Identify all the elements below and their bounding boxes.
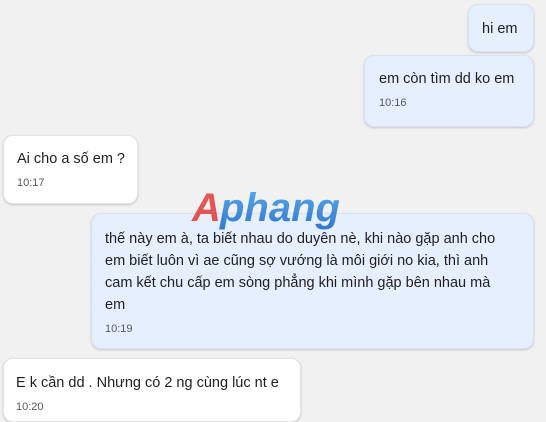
message-timestamp: 10:16: [379, 97, 407, 109]
message-timestamp: 10:17: [17, 177, 45, 189]
message-text: E k cần dd . Nhưng có 2 ng cùng lúc nt e: [16, 375, 279, 391]
message-bubble-received[interactable]: Ai cho a số em ? 10:17: [3, 135, 138, 204]
message-timestamp: 10:19: [105, 323, 133, 335]
message-text: em còn tìm dd ko em: [379, 71, 515, 87]
message-bubble-received[interactable]: E k cần dd . Nhưng có 2 ng cùng lúc nt e…: [3, 358, 301, 422]
message-bubble-sent[interactable]: hi em: [468, 4, 534, 52]
message-text: hi em: [482, 21, 518, 37]
message-bubble-sent[interactable]: thế này em à, ta biết nhau do duyên nè, …: [91, 213, 534, 349]
message-text: Ai cho a số em ?: [17, 151, 125, 167]
chat-conversation: hi em em còn tìm dd ko em 10:16 Ai cho a…: [0, 0, 546, 422]
message-bubble-sent[interactable]: em còn tìm dd ko em 10:16: [364, 55, 534, 127]
message-text: thế này em à, ta biết nhau do duyên nè, …: [105, 231, 496, 313]
message-timestamp: 10:20: [16, 401, 44, 413]
